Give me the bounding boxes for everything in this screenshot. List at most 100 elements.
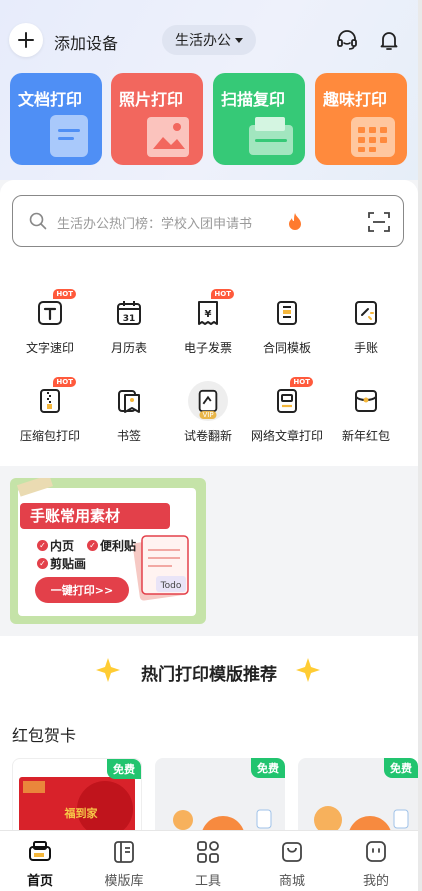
search-icon (29, 212, 47, 230)
free-badge: 免费 (384, 758, 418, 778)
card-fun-print[interactable]: 趣味打印 (315, 73, 407, 165)
nav-mall[interactable]: 商城 (257, 839, 327, 889)
check-icon: ✓ (87, 540, 98, 551)
scene-selector[interactable]: 生活办公 (162, 25, 256, 55)
banner-item-label: 剪贴画 (50, 557, 87, 571)
photo-icon (147, 117, 189, 157)
tool-contract-template[interactable]: 合同模板 (245, 293, 329, 363)
template-card[interactable]: 免费 (298, 758, 418, 838)
envelope-caption: 福到家 (64, 806, 99, 820)
template-library-icon (114, 841, 134, 863)
bookmark-icon (118, 390, 140, 413)
nav-label: 商城 (278, 874, 305, 889)
add-device-label[interactable]: 添加设备 (54, 30, 118, 54)
tool-icon-wrap: HOT (30, 377, 76, 421)
tool-bookmark[interactable]: 书签 (87, 381, 171, 451)
tool-calendar[interactable]: 31 月历表 (87, 293, 171, 363)
tool-icon-wrap: ¥ HOT (188, 289, 234, 333)
banner-item-label: 内页 (50, 539, 75, 553)
nav-label: 首页 (26, 874, 53, 889)
search-placeholder: 生活办公热门榜：学校入团申请书 (57, 217, 253, 232)
check-icon: ✓ (37, 558, 48, 569)
scene-label: 生活办公 (175, 33, 231, 49)
banner-item: ✓ 剪贴画 (37, 555, 86, 572)
notepad-illustration: Todo (132, 535, 189, 601)
red-envelope-thumbnail: 福到家 (19, 777, 135, 837)
nav-label: 我的 (362, 874, 389, 889)
text-icon (38, 301, 62, 325)
template-card[interactable]: 免费 (155, 758, 285, 838)
hot-badge: HOT (53, 289, 76, 299)
contract-icon (277, 301, 297, 325)
bottom-nav: 首页 模版库 工具 商城 我的 (0, 830, 418, 891)
vip-badge: VIP (199, 411, 217, 419)
card-title: 文档打印 (18, 90, 83, 109)
calendar-number: 31 (123, 314, 136, 324)
nav-profile[interactable]: 我的 (341, 839, 411, 889)
invoice-symbol: ¥ (205, 309, 212, 320)
card-document-print[interactable]: 文档打印 (10, 73, 102, 165)
banner-title: 手账常用素材 (20, 503, 170, 529)
check-icon: ✓ (37, 540, 48, 551)
tool-icon-wrap: HOT (30, 289, 76, 333)
red-envelope-icon (355, 390, 377, 412)
template-card[interactable]: 福到家 免费 (12, 758, 142, 838)
hot-badge: HOT (211, 289, 234, 299)
scan-icon[interactable] (367, 210, 391, 234)
journal-icon (355, 301, 377, 325)
tool-label: 网络文章打印 (250, 429, 323, 443)
free-badge: 免费 (251, 758, 285, 778)
card-photo-print[interactable]: 照片打印 (111, 73, 203, 165)
tool-label: 新年红包 (341, 429, 390, 443)
add-device-button[interactable] (9, 23, 43, 57)
tool-label: 试卷翻新 (183, 429, 232, 443)
card-scan-copy[interactable]: 扫描复印 (213, 73, 305, 165)
caret-down-icon (235, 37, 243, 43)
bell-icon[interactable] (377, 28, 401, 52)
shopping-bag-icon (282, 842, 302, 862)
home-printer-icon (29, 841, 51, 861)
nav-label: 工具 (194, 874, 221, 889)
tool-text-print[interactable]: HOT 文字速印 (8, 289, 92, 363)
nav-template-library[interactable]: 模版库 (89, 839, 159, 889)
sparkle-right-icon (296, 658, 320, 682)
nav-label: 模版库 (104, 874, 144, 889)
grid-tools-icon (197, 841, 219, 863)
banner-tag: Todo (160, 581, 182, 591)
free-badge: 免费 (107, 759, 141, 779)
tool-e-invoice[interactable]: ¥ HOT 电子发票 (166, 289, 250, 363)
tool-exam-refresh[interactable]: VIP 试卷翻新 (166, 381, 250, 451)
profile-face-icon (366, 841, 386, 862)
hot-section-title: 热门打印模版推荐 (141, 665, 277, 685)
card-title: 照片打印 (119, 90, 184, 109)
hot-badge: HOT (53, 377, 76, 387)
tool-icon-wrap (267, 293, 307, 333)
tool-label: 电子发票 (183, 341, 232, 355)
banner-item: ✓ 便利贴 (87, 537, 136, 554)
calendar-icon: 31 (117, 301, 141, 325)
tool-web-article-print[interactable]: HOT 网络文章打印 (245, 377, 329, 451)
one-click-print-button[interactable]: 一键打印>> (35, 577, 129, 603)
tool-journal[interactable]: 手账 (324, 293, 408, 363)
tool-label: 书签 (116, 429, 141, 443)
nav-home[interactable]: 首页 (5, 839, 75, 889)
banner-item-label: 便利贴 (100, 539, 137, 553)
zip-file-icon (40, 389, 60, 413)
tool-icon-wrap (109, 381, 149, 421)
tool-icon-wrap (346, 381, 386, 421)
tool-label: 手账 (353, 341, 378, 355)
search-bar[interactable]: 生活办公热门榜：学校入团申请书 (12, 195, 404, 247)
headset-icon[interactable] (335, 28, 359, 52)
nav-tools[interactable]: 工具 (173, 839, 243, 889)
plus-icon (18, 32, 34, 48)
invoice-icon: ¥ (198, 301, 218, 325)
scrollbar[interactable] (418, 0, 422, 891)
tool-icon-wrap: VIP (188, 381, 228, 421)
fire-icon (289, 213, 301, 230)
banner-item: ✓ 内页 (37, 537, 74, 554)
card-title: 扫描复印 (221, 90, 286, 109)
tool-label: 月历表 (110, 341, 147, 355)
tool-new-year-red-envelope[interactable]: 新年红包 (324, 381, 408, 451)
document-icon (50, 115, 88, 157)
tool-zip-print[interactable]: HOT 压缩包打印 (8, 377, 92, 451)
